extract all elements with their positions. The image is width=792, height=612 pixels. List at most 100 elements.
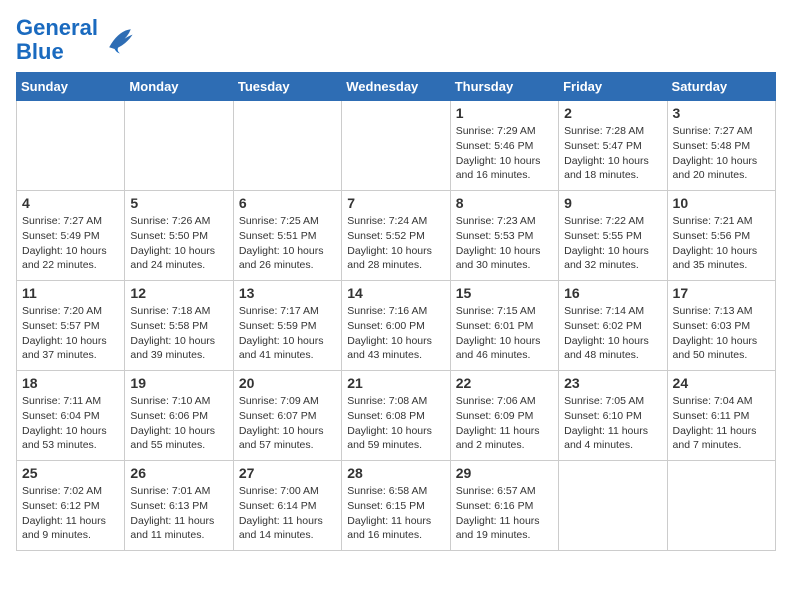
- day-info: Sunrise: 7:10 AM Sunset: 6:06 PM Dayligh…: [130, 394, 227, 453]
- page-header: General Blue: [16, 16, 776, 64]
- day-number: 15: [456, 285, 553, 301]
- calendar-cell: 21 Sunrise: 7:08 AM Sunset: 6:08 PM Dayli…: [342, 371, 450, 461]
- weekday-header-row: SundayMondayTuesdayWednesdayThursdayFrid…: [17, 73, 776, 101]
- day-number: 4: [22, 195, 119, 211]
- calendar-cell: 23 Sunrise: 7:05 AM Sunset: 6:10 PM Dayli…: [559, 371, 667, 461]
- calendar-cell: 15 Sunrise: 7:15 AM Sunset: 6:01 PM Dayli…: [450, 281, 558, 371]
- calendar-cell: 2Sunrise: 7:28 AM Sunset: 5:47 PM Daylig…: [559, 101, 667, 191]
- week-row-4: 18 Sunrise: 7:11 AM Sunset: 6:04 PM Dayli…: [17, 371, 776, 461]
- day-info: Sunrise: 7:06 AM Sunset: 6:09 PM Dayligh…: [456, 394, 553, 453]
- weekday-header-monday: Monday: [125, 73, 233, 101]
- calendar-cell: [125, 101, 233, 191]
- calendar-cell: 28Sunrise: 6:58 AM Sunset: 6:15 PM Dayli…: [342, 461, 450, 551]
- day-info: Sunrise: 7:27 AM Sunset: 5:49 PM Dayligh…: [22, 214, 119, 273]
- day-info: Sunrise: 7:00 AM Sunset: 6:14 PM Dayligh…: [239, 484, 336, 543]
- calendar-cell: 25 Sunrise: 7:02 AM Sunset: 6:12 PM Dayli…: [17, 461, 125, 551]
- calendar-cell: 20Sunrise: 7:09 AM Sunset: 6:07 PM Dayli…: [233, 371, 341, 461]
- day-number: 2: [564, 105, 661, 121]
- day-info: Sunrise: 7:21 AM Sunset: 5:56 PM Dayligh…: [673, 214, 770, 273]
- day-info: Sunrise: 6:57 AM Sunset: 6:16 PM Dayligh…: [456, 484, 553, 543]
- calendar-cell: 1 Sunrise: 7:29 AM Sunset: 5:46 PM Daylig…: [450, 101, 558, 191]
- day-number: 8: [456, 195, 553, 211]
- day-info: Sunrise: 7:22 AM Sunset: 5:55 PM Dayligh…: [564, 214, 661, 273]
- week-row-1: 1 Sunrise: 7:29 AM Sunset: 5:46 PM Daylig…: [17, 101, 776, 191]
- logo: General Blue: [16, 16, 138, 64]
- day-info: Sunrise: 7:23 AM Sunset: 5:53 PM Dayligh…: [456, 214, 553, 273]
- day-info: Sunrise: 7:27 AM Sunset: 5:48 PM Dayligh…: [673, 124, 770, 183]
- day-info: Sunrise: 7:11 AM Sunset: 6:04 PM Dayligh…: [22, 394, 119, 453]
- day-number: 23: [564, 375, 661, 391]
- weekday-header-friday: Friday: [559, 73, 667, 101]
- weekday-header-wednesday: Wednesday: [342, 73, 450, 101]
- day-info: Sunrise: 7:08 AM Sunset: 6:08 PM Dayligh…: [347, 394, 444, 453]
- calendar-cell: 10 Sunrise: 7:21 AM Sunset: 5:56 PM Dayli…: [667, 191, 775, 281]
- day-info: Sunrise: 7:15 AM Sunset: 6:01 PM Dayligh…: [456, 304, 553, 363]
- day-number: 17: [673, 285, 770, 301]
- logo-bird-icon: [102, 22, 138, 58]
- weekday-header-thursday: Thursday: [450, 73, 558, 101]
- calendar-cell: [233, 101, 341, 191]
- calendar-cell: [342, 101, 450, 191]
- calendar-cell: 4 Sunrise: 7:27 AM Sunset: 5:49 PM Daylig…: [17, 191, 125, 281]
- day-number: 20: [239, 375, 336, 391]
- calendar-cell: 16 Sunrise: 7:14 AM Sunset: 6:02 PM Dayli…: [559, 281, 667, 371]
- weekday-header-sunday: Sunday: [17, 73, 125, 101]
- day-number: 27: [239, 465, 336, 481]
- logo-text2: Blue: [16, 40, 98, 64]
- day-info: Sunrise: 7:20 AM Sunset: 5:57 PM Dayligh…: [22, 304, 119, 363]
- calendar-cell: 26Sunrise: 7:01 AM Sunset: 6:13 PM Dayli…: [125, 461, 233, 551]
- calendar-cell: 13 Sunrise: 7:17 AM Sunset: 5:59 PM Dayli…: [233, 281, 341, 371]
- logo-text: General: [16, 16, 98, 40]
- calendar-cell: 18 Sunrise: 7:11 AM Sunset: 6:04 PM Dayli…: [17, 371, 125, 461]
- day-number: 22: [456, 375, 553, 391]
- day-number: 19: [130, 375, 227, 391]
- day-info: Sunrise: 7:25 AM Sunset: 5:51 PM Dayligh…: [239, 214, 336, 273]
- weekday-header-tuesday: Tuesday: [233, 73, 341, 101]
- day-number: 18: [22, 375, 119, 391]
- day-info: Sunrise: 7:04 AM Sunset: 6:11 PM Dayligh…: [673, 394, 770, 453]
- calendar-cell: 5 Sunrise: 7:26 AM Sunset: 5:50 PM Daylig…: [125, 191, 233, 281]
- week-row-3: 11Sunrise: 7:20 AM Sunset: 5:57 PM Dayli…: [17, 281, 776, 371]
- day-number: 9: [564, 195, 661, 211]
- day-number: 14: [347, 285, 444, 301]
- calendar-cell: 7 Sunrise: 7:24 AM Sunset: 5:52 PM Daylig…: [342, 191, 450, 281]
- day-number: 13: [239, 285, 336, 301]
- calendar-cell: 11Sunrise: 7:20 AM Sunset: 5:57 PM Dayli…: [17, 281, 125, 371]
- day-number: 6: [239, 195, 336, 211]
- day-number: 10: [673, 195, 770, 211]
- day-info: Sunrise: 7:02 AM Sunset: 6:12 PM Dayligh…: [22, 484, 119, 543]
- day-number: 3: [673, 105, 770, 121]
- day-info: Sunrise: 7:17 AM Sunset: 5:59 PM Dayligh…: [239, 304, 336, 363]
- calendar-cell: [559, 461, 667, 551]
- day-info: Sunrise: 7:18 AM Sunset: 5:58 PM Dayligh…: [130, 304, 227, 363]
- day-number: 7: [347, 195, 444, 211]
- day-number: 25: [22, 465, 119, 481]
- calendar-cell: 17Sunrise: 7:13 AM Sunset: 6:03 PM Dayli…: [667, 281, 775, 371]
- calendar-cell: 29 Sunrise: 6:57 AM Sunset: 6:16 PM Dayli…: [450, 461, 558, 551]
- day-info: Sunrise: 7:05 AM Sunset: 6:10 PM Dayligh…: [564, 394, 661, 453]
- day-number: 12: [130, 285, 227, 301]
- day-number: 21: [347, 375, 444, 391]
- day-number: 1: [456, 105, 553, 121]
- week-row-2: 4 Sunrise: 7:27 AM Sunset: 5:49 PM Daylig…: [17, 191, 776, 281]
- calendar-cell: 14 Sunrise: 7:16 AM Sunset: 6:00 PM Dayli…: [342, 281, 450, 371]
- day-info: Sunrise: 7:14 AM Sunset: 6:02 PM Dayligh…: [564, 304, 661, 363]
- day-info: Sunrise: 7:16 AM Sunset: 6:00 PM Dayligh…: [347, 304, 444, 363]
- day-number: 24: [673, 375, 770, 391]
- day-number: 28: [347, 465, 444, 481]
- calendar-table: SundayMondayTuesdayWednesdayThursdayFrid…: [16, 72, 776, 551]
- calendar-cell: 12 Sunrise: 7:18 AM Sunset: 5:58 PM Dayli…: [125, 281, 233, 371]
- day-number: 29: [456, 465, 553, 481]
- calendar-cell: 19 Sunrise: 7:10 AM Sunset: 6:06 PM Dayli…: [125, 371, 233, 461]
- day-number: 5: [130, 195, 227, 211]
- day-info: Sunrise: 7:24 AM Sunset: 5:52 PM Dayligh…: [347, 214, 444, 273]
- calendar-cell: [667, 461, 775, 551]
- day-info: Sunrise: 7:29 AM Sunset: 5:46 PM Dayligh…: [456, 124, 553, 183]
- day-info: Sunrise: 7:01 AM Sunset: 6:13 PM Dayligh…: [130, 484, 227, 543]
- calendar-cell: 8 Sunrise: 7:23 AM Sunset: 5:53 PM Daylig…: [450, 191, 558, 281]
- day-info: Sunrise: 7:26 AM Sunset: 5:50 PM Dayligh…: [130, 214, 227, 273]
- calendar-cell: 22 Sunrise: 7:06 AM Sunset: 6:09 PM Dayli…: [450, 371, 558, 461]
- calendar-cell: 6 Sunrise: 7:25 AM Sunset: 5:51 PM Daylig…: [233, 191, 341, 281]
- calendar-cell: 24 Sunrise: 7:04 AM Sunset: 6:11 PM Dayli…: [667, 371, 775, 461]
- day-number: 16: [564, 285, 661, 301]
